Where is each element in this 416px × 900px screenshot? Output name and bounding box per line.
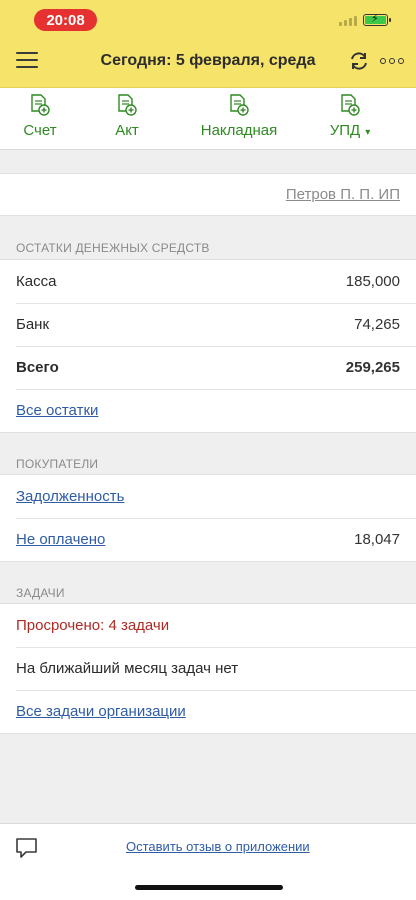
list-item: На ближайший месяц задач нет xyxy=(0,647,416,690)
row-value: 259,265 xyxy=(345,359,400,376)
all-tasks-link[interactable]: Все задачи организации xyxy=(16,703,186,720)
section-title-buyers: ПОКУПАТЕЛИ xyxy=(16,457,99,471)
chevron-down-icon: ▾ xyxy=(365,127,371,138)
all-balances-link[interactable]: Все остатки xyxy=(16,402,98,419)
battery-icon: ⚡ xyxy=(363,13,391,26)
create-waybill-button[interactable]: Накладная xyxy=(197,88,281,150)
organization-card: Петров П. П. ИП xyxy=(0,173,416,216)
cellular-signal-icon xyxy=(339,15,357,26)
row-value: 74,265 xyxy=(354,316,400,333)
document-add-icon xyxy=(31,94,50,116)
row-label: Касса xyxy=(16,273,57,290)
row-label: Всего xyxy=(16,359,59,376)
list-item: Задолженность xyxy=(0,475,416,518)
list-item: Не оплачено 18,047 xyxy=(0,518,416,561)
feedback-link[interactable]: Оставить отзыв о приложении xyxy=(126,839,310,854)
list-item: Банк 74,265 xyxy=(0,303,416,346)
row-value: 18,047 xyxy=(354,531,400,548)
row-value: 185,000 xyxy=(345,273,400,290)
section-title-cash: ОСТАТКИ ДЕНЕЖНЫХ СРЕДСТВ xyxy=(16,241,210,255)
document-toolbar: Счет Акт Накладная УПД ▾ xyxy=(0,88,416,150)
total-row: Всего 259,265 xyxy=(0,346,416,389)
document-add-icon xyxy=(118,94,137,116)
create-act-button[interactable]: Акт xyxy=(112,88,142,150)
cash-card: Касса 185,000 Банк 74,265 Всего 259,265 … xyxy=(0,259,416,433)
toolbar-item-label: УПД ▾ xyxy=(329,122,371,139)
create-upd-dropdown[interactable]: УПД ▾ xyxy=(324,88,376,150)
document-add-icon xyxy=(341,94,360,116)
top-bar: 20:08 ⚡ Сегодня: 5 февраля, среда xyxy=(0,0,416,88)
list-item: Касса 185,000 xyxy=(0,260,416,303)
debt-link[interactable]: Задолженность xyxy=(16,488,124,505)
tasks-card: Просрочено: 4 задачи На ближайший месяц … xyxy=(0,603,416,734)
status-icons: ⚡ xyxy=(339,13,391,26)
home-indicator[interactable] xyxy=(135,885,283,890)
overdue-tasks-text[interactable]: Просрочено: 4 задачи xyxy=(16,617,169,634)
list-item: Все остатки xyxy=(0,389,416,432)
more-options-icon[interactable] xyxy=(380,58,404,64)
list-item: Просрочено: 4 задачи xyxy=(0,604,416,647)
buyers-card: Задолженность Не оплачено 18,047 xyxy=(0,474,416,562)
sync-icon[interactable] xyxy=(348,50,370,72)
list-item: Все задачи организации xyxy=(0,690,416,733)
row-label: Банк xyxy=(16,316,50,333)
toolbar-item-label: Накладная xyxy=(200,122,278,139)
chat-bubble-icon[interactable] xyxy=(15,836,39,865)
document-add-icon xyxy=(230,94,249,116)
create-invoice-button[interactable]: Счет xyxy=(22,88,58,150)
section-title-tasks: ЗАДАЧИ xyxy=(16,586,65,600)
toolbar-item-label: Акт xyxy=(115,122,139,139)
upcoming-tasks-text: На ближайший месяц задач нет xyxy=(16,660,239,677)
organization-link[interactable]: Петров П. П. ИП xyxy=(286,186,400,203)
unpaid-link[interactable]: Не оплачено xyxy=(16,531,105,548)
status-time: 20:08 xyxy=(34,9,97,31)
toolbar-item-label: Счет xyxy=(23,122,57,139)
